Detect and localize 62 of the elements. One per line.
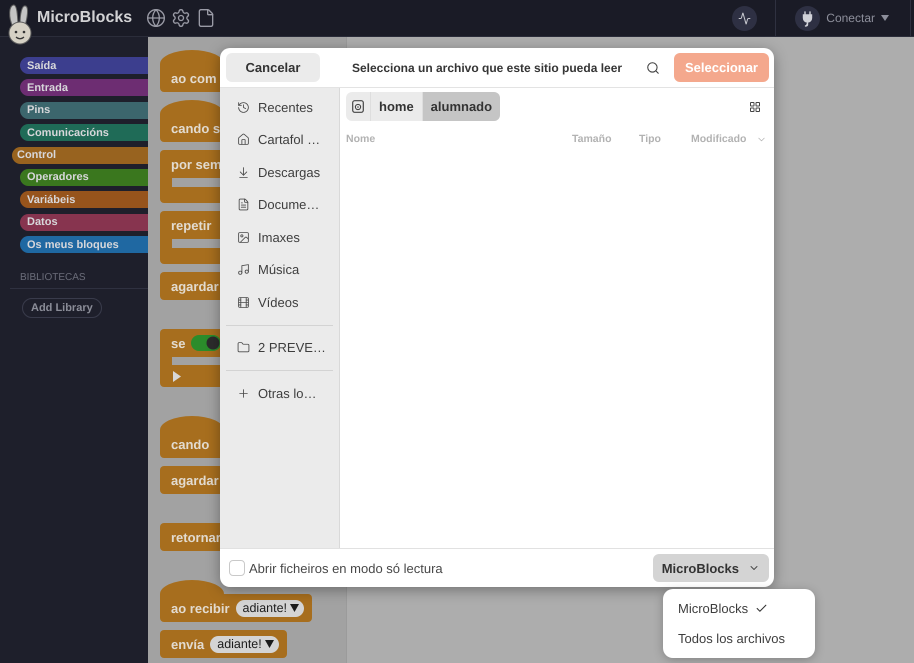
block-label: ao recibir [171,600,230,616]
sidebar-item[interactable]: Vídeos [226,286,333,318]
message-dropdown[interactable]: adiante! [210,636,279,652]
grid-view-icon[interactable] [749,100,761,112]
document-icon [237,198,250,212]
music-note-icon [237,263,250,276]
block-label: agardar [171,472,219,488]
checkbox-label[interactable]: Abrir ficheiros en modo só lectura [249,560,443,576]
block-label: retornar [171,530,221,544]
category-button[interactable]: Variábeis [20,191,148,208]
checkbox[interactable] [229,560,245,576]
settings-icon[interactable] [171,8,192,28]
caret-icon [881,15,889,21]
image-icon [237,230,250,244]
dialog-title: Selecciona un archivo que este sitio pueda leer [350,60,624,74]
drive-icon [352,100,364,113]
block-label: por sem [171,156,222,172]
path-button[interactable]: alumnado [422,92,500,121]
home-icon [237,133,250,146]
caret-icon [264,640,274,648]
block-label: cando s [171,120,220,136]
category-button[interactable]: Control [12,146,148,164]
file-icon[interactable] [196,8,216,28]
app-title: MicroBlocks [37,9,132,27]
connect-button[interactable]: Conectar [795,6,889,30]
sidebar-item[interactable]: Imaxes [226,221,333,254]
activity-button[interactable] [732,6,758,30]
triangle-icon[interactable] [173,370,181,382]
clock-icon [237,100,250,114]
block-label: envía [171,636,204,652]
download-icon [237,166,250,179]
sidebar-item[interactable]: Música [226,254,333,286]
film-icon [237,296,250,309]
message-dropdown[interactable]: adiante! [236,600,304,616]
filter-dropdown[interactable]: MicroBlocks [652,554,769,582]
toggle-switch[interactable] [191,335,222,351]
block-label: agardar [171,278,219,294]
folder-icon [237,341,250,354]
plug-icon [795,6,820,30]
block-label: se [171,336,186,350]
search-icon[interactable] [646,60,660,74]
command-block[interactable]: envía adiante! [160,630,287,658]
category-button[interactable]: Saída [20,57,148,74]
menu-item[interactable]: MicroBlocks [669,593,809,623]
category-button[interactable]: Datos [20,214,148,231]
category-button[interactable]: Operadores [20,168,148,186]
category-button[interactable]: Comunicacións [20,124,148,142]
pulse-icon [738,12,752,24]
category-button[interactable]: Os meus bloques [20,236,148,254]
add-library-button[interactable]: Add Library [22,298,102,318]
caret-icon [290,604,300,612]
menu-item[interactable]: Todos los archivos [669,623,809,653]
block-label: cando [171,436,210,452]
libraries-heading: BIBLIOTECAS [20,272,86,284]
globe-icon[interactable] [146,8,166,28]
cancel-button[interactable]: Cancelar [226,53,320,82]
category-button[interactable]: Entrada [20,79,148,96]
plus-icon [237,386,250,400]
block-label: repetir [171,218,212,232]
sidebar-item[interactable]: Recentes [226,91,333,124]
category-button[interactable]: Pins [20,102,148,119]
block-label: ao com [171,70,217,86]
